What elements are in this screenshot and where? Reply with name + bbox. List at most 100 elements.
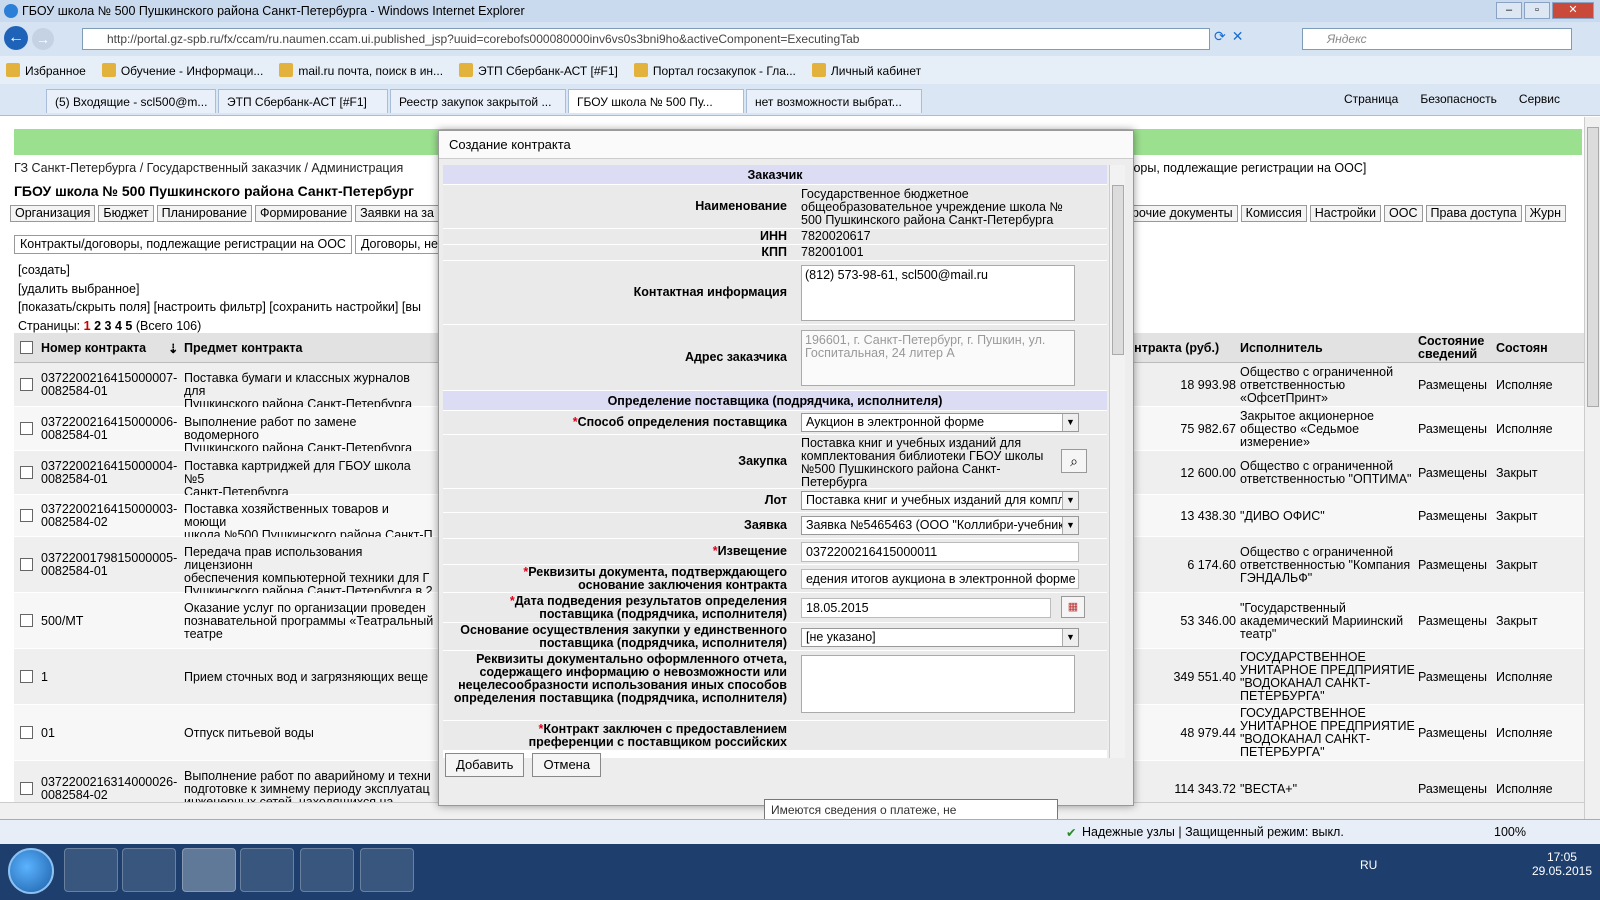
search-input[interactable]: Яндекс xyxy=(1302,28,1572,50)
word-icon[interactable] xyxy=(300,848,354,892)
dialog-scroll-thumb[interactable] xyxy=(1112,185,1124,355)
security-menu[interactable]: Безопасность xyxy=(1420,92,1497,106)
row-report: Реквизиты документально оформленного отч… xyxy=(443,651,1107,721)
row-preference: *Контракт заключен с предоставлением пре… xyxy=(443,721,1107,751)
add-button[interactable]: Добавить xyxy=(445,753,525,777)
fav-link-3[interactable]: ЭТП Сбербанк-АСТ [#F1] xyxy=(459,62,618,78)
menu-journal[interactable]: Журн xyxy=(1524,205,1567,222)
select-all-checkbox[interactable] xyxy=(20,341,33,354)
col-number[interactable]: Номер контракта xyxy=(41,341,146,355)
fav-label: Личный кабинет xyxy=(830,63,922,78)
cell-s1: Размещены xyxy=(1418,725,1487,740)
row-checkbox[interactable] xyxy=(20,726,33,739)
vertical-scrollbar[interactable] xyxy=(1584,117,1600,819)
tab-3[interactable]: Реестр закупок закрытой ... xyxy=(390,89,566,113)
security-zone[interactable]: Надежные узлы | Защищенный режим: выкл. xyxy=(1082,825,1344,839)
tools-menu[interactable]: Сервис xyxy=(1519,92,1560,106)
address-textarea[interactable]: 196601, г. Санкт-Петербург, г. Пушкин, у… xyxy=(801,330,1075,386)
menu-planning[interactable]: Планирование xyxy=(156,205,252,222)
notice-input[interactable]: 0372200216415000011 xyxy=(801,542,1079,562)
row-checkbox[interactable] xyxy=(20,466,33,479)
row-checkbox[interactable] xyxy=(20,558,33,571)
favorites-bar: Избранное Обучение - Информаци... mail.r… xyxy=(0,56,1600,84)
col-executor[interactable]: Исполнитель xyxy=(1240,341,1323,355)
menu-access[interactable]: Права доступа xyxy=(1425,205,1522,222)
calendar-icon[interactable]: ▦ xyxy=(1061,596,1085,618)
tab-5[interactable]: нет возможности выбрат... xyxy=(746,89,922,113)
report-textarea[interactable] xyxy=(801,655,1075,713)
language-indicator[interactable]: RU xyxy=(1360,858,1377,872)
menu-forming[interactable]: Формирование xyxy=(254,205,353,222)
excel-icon[interactable] xyxy=(360,848,414,892)
delete-link[interactable]: [удалить выбранное] xyxy=(18,280,421,299)
create-link[interactable]: [создать] xyxy=(18,261,421,280)
tab-2[interactable]: ЭТП Сбербанк-АСТ [#F1] xyxy=(218,89,388,113)
address-toolbar: ← → http://portal.gz-spb.ru/fx/ccam/ru.n… xyxy=(0,22,1600,56)
menu-budget[interactable]: Бюджет xyxy=(98,205,154,222)
fav-link-1[interactable]: Обучение - Информаци... xyxy=(101,62,263,78)
fav-link-5[interactable]: Личный кабинет xyxy=(811,62,922,78)
back-icon[interactable]: ← xyxy=(4,26,28,50)
fav-link-2[interactable]: mail.ru почта, поиск в ин... xyxy=(279,62,443,78)
menu-oos[interactable]: ООС xyxy=(1384,205,1423,222)
date-input[interactable]: 18.05.2015 xyxy=(801,598,1051,618)
close-button[interactable]: ✕ xyxy=(1552,2,1594,19)
magnifier-icon[interactable]: ⌕ xyxy=(1061,449,1087,473)
tools-links[interactable]: [показать/скрыть поля] [настроить фильтр… xyxy=(18,298,421,317)
lot-select[interactable]: Поставка книг и учебных изданий для комп… xyxy=(801,491,1079,510)
menu-org[interactable]: Организация xyxy=(10,205,96,222)
report-label: Реквизиты документально оформленного отч… xyxy=(453,652,787,705)
menu-requests[interactable]: Заявки на за xyxy=(355,205,439,222)
method-select[interactable]: Аукцион в электронной форме ▼ xyxy=(801,413,1079,432)
scroll-thumb[interactable] xyxy=(1587,127,1599,407)
row-checkbox[interactable] xyxy=(20,670,33,683)
zoom-level[interactable]: 100% xyxy=(1494,825,1526,839)
dialog-scrollbar[interactable] xyxy=(1109,165,1125,758)
maximize-button[interactable]: ▫ xyxy=(1524,2,1550,19)
subtab-agreements[interactable]: Договоры, не xyxy=(354,235,444,254)
explorer-icon[interactable] xyxy=(122,848,176,892)
bid-select[interactable]: Заявка №5465463 (ООО "Коллибри-учебник ▼ xyxy=(801,516,1079,535)
page-menu[interactable]: Страница xyxy=(1344,92,1398,106)
subtab-contracts[interactable]: Контракты/договоры, подлежащие регистрац… xyxy=(14,235,352,254)
refresh-stop-icons[interactable]: ⟳✕ xyxy=(1214,28,1274,50)
dialog-title: Создание контракта xyxy=(439,131,1133,159)
window-controls: – ▫ ✕ xyxy=(1496,2,1594,19)
lot-label: Лот xyxy=(764,493,787,507)
favorites-button[interactable]: Избранное xyxy=(6,62,86,78)
media-player-icon[interactable] xyxy=(64,848,118,892)
tab-4-active[interactable]: ГБОУ школа № 500 Пу... xyxy=(568,89,744,113)
clock-time: 17:05 xyxy=(1546,850,1577,864)
basis-select[interactable]: [не указано] ▼ xyxy=(801,628,1079,647)
menu-other-docs[interactable]: Прочие документы xyxy=(1118,205,1238,222)
row-checkbox[interactable] xyxy=(20,782,33,795)
tab-1[interactable]: (5) Входящие - scl500@m... xyxy=(46,89,216,113)
row-checkbox[interactable] xyxy=(20,614,33,627)
row-checkbox[interactable] xyxy=(20,422,33,435)
sort-icon[interactable]: ⇣ xyxy=(168,341,178,356)
tab-bar: (5) Входящие - scl500@m... ЭТП Сбербанк-… xyxy=(0,84,1600,116)
start-button[interactable] xyxy=(8,848,54,894)
col-subject[interactable]: Предмет контракта xyxy=(184,341,302,355)
col-state2[interactable]: Состоян xyxy=(1496,341,1548,355)
menu-settings[interactable]: Настройки xyxy=(1309,205,1382,222)
menu-commission[interactable]: Комиссия xyxy=(1240,205,1307,222)
contact-textarea[interactable]: (812) 573-98-61, scl500@mail.ru xyxy=(801,265,1075,321)
forward-icon[interactable]: → xyxy=(32,28,54,50)
chrome-icon[interactable] xyxy=(240,848,294,892)
col-state1[interactable]: Состояние сведений xyxy=(1418,335,1490,361)
cell-s1: Размещены xyxy=(1418,377,1487,392)
minimize-button[interactable]: – xyxy=(1496,2,1522,19)
cell-s1: Размещены xyxy=(1418,508,1487,523)
clock[interactable]: 17:05 29.05.2015 xyxy=(1532,850,1592,878)
ie-taskbar-icon[interactable] xyxy=(182,848,236,892)
row-checkbox[interactable] xyxy=(20,509,33,522)
cancel-button[interactable]: Отмена xyxy=(532,753,602,777)
fav-icon xyxy=(279,62,294,77)
fav-link-4[interactable]: Портал госзакупок - Гла... xyxy=(633,62,796,78)
contact-label: Контактная информация xyxy=(633,285,787,299)
docreq-input[interactable]: едения итогов аукциона в электронной фор… xyxy=(801,569,1079,589)
pager-pages[interactable]: 2 3 4 5 xyxy=(94,319,132,333)
row-checkbox[interactable] xyxy=(20,378,33,391)
address-bar[interactable]: http://portal.gz-spb.ru/fx/ccam/ru.naume… xyxy=(82,28,1210,50)
